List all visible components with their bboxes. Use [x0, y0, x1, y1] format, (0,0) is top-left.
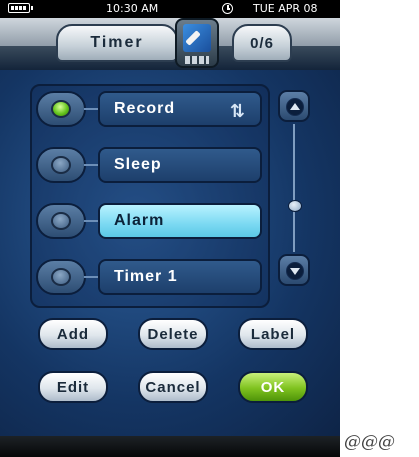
battery-icon [8, 3, 33, 13]
arrow-up-icon [286, 98, 304, 116]
delete-button[interactable]: Delete [138, 318, 208, 350]
timer-item-label: Timer 1 [114, 268, 178, 285]
list-item: Sleep [36, 144, 268, 186]
list-item: Record ⇅ [36, 88, 268, 130]
clock-icon [222, 3, 233, 14]
scrollbar-track[interactable] [293, 124, 295, 252]
cancel-button[interactable]: Cancel [138, 371, 208, 403]
scrollbar-thumb[interactable] [288, 200, 302, 212]
list-item: Timer 1 [36, 256, 268, 298]
add-button[interactable]: Add [38, 318, 108, 350]
timer-item-label: Alarm [114, 212, 165, 229]
timer-item-label: Record [114, 100, 176, 117]
edit-button[interactable]: Edit [38, 371, 108, 403]
label-button[interactable]: Label [238, 318, 308, 350]
toggle-on-indicator [51, 100, 71, 118]
arrow-down-icon [286, 262, 304, 280]
scroll-down-button[interactable] [278, 254, 310, 286]
timer-toggle-timer-1[interactable] [36, 259, 86, 295]
device-screen: 10:30 AM TUE APR 08 Timer 0/6 Record ⇅ S… [0, 0, 340, 457]
repeat-icon: ⇅ [229, 101, 246, 122]
connector-line [84, 276, 98, 278]
bottom-strip [0, 436, 340, 457]
timer-item-timer-1[interactable]: Timer 1 [98, 259, 262, 295]
toggle-off-indicator [51, 156, 71, 174]
timer-toggle-alarm[interactable] [36, 203, 86, 239]
status-date: TUE APR 08 [253, 2, 318, 15]
connector-line [84, 220, 98, 222]
footer-text: @@@ [344, 432, 395, 452]
wrench-icon [183, 24, 211, 52]
timer-item-sleep[interactable]: Sleep [98, 147, 262, 183]
toggle-off-indicator [51, 212, 71, 230]
timer-count: 0/6 [232, 24, 292, 62]
keypad-graphic [185, 56, 209, 64]
remote-settings-icon[interactable] [175, 18, 219, 68]
toggle-off-indicator [51, 268, 71, 286]
timer-item-record[interactable]: Record ⇅ [98, 91, 262, 127]
timer-toggle-record[interactable] [36, 91, 86, 127]
timer-item-label: Sleep [114, 156, 162, 173]
list-item: Alarm [36, 200, 268, 242]
timer-toggle-sleep[interactable] [36, 147, 86, 183]
main-panel: Record ⇅ Sleep Alarm Timer 1 Add Delete … [0, 70, 340, 436]
connector-line [84, 108, 98, 110]
timer-item-alarm[interactable]: Alarm [98, 203, 262, 239]
page-title: Timer [56, 24, 178, 62]
header: Timer 0/6 [0, 18, 340, 70]
ok-button[interactable]: OK [238, 371, 308, 403]
status-bar: 10:30 AM TUE APR 08 [0, 0, 340, 18]
scroll-up-button[interactable] [278, 90, 310, 122]
status-time: 10:30 AM [106, 2, 159, 15]
connector-line [84, 164, 98, 166]
